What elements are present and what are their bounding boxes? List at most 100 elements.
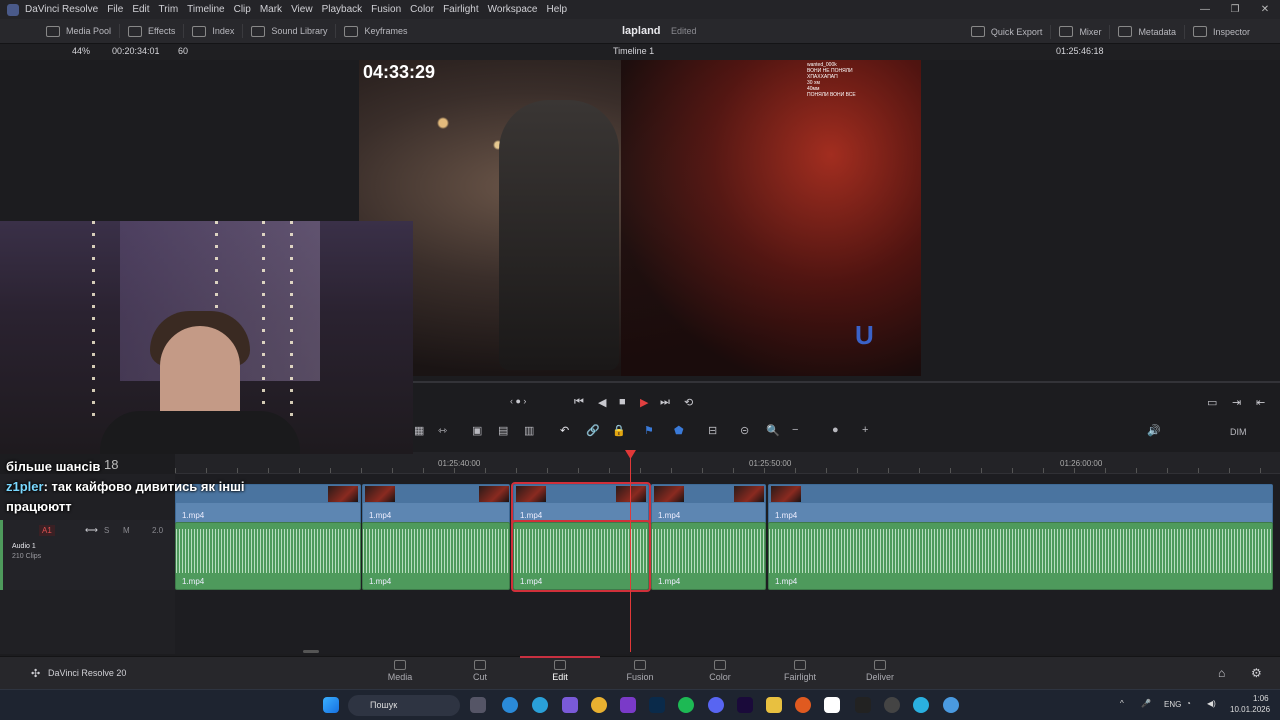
loop-icon[interactable]: ⟲ [684,396,693,409]
play-icon[interactable]: ▶ [640,396,648,409]
menu-mark[interactable]: Mark [260,4,282,15]
menu-playback[interactable]: Playback [322,4,363,15]
telegram-icon[interactable] [532,697,548,713]
go-to-start-icon[interactable]: ⏮ [574,396,584,409]
overwrite-clip-icon[interactable]: ▤ [498,424,508,437]
flag-icon[interactable]: ⚑ [644,424,654,437]
page-edit[interactable]: Edit [520,656,600,682]
speaker-icon[interactable]: ◀) [1207,699,1216,708]
lock-icon[interactable]: 🔒 [612,424,626,437]
replace-clip-icon[interactable]: ▥ [524,424,534,437]
track-id[interactable]: A1 [39,525,55,536]
quick-export-button[interactable]: Quick Export [970,26,1042,37]
viewer-frame[interactable]: 04:33:29 wanted_000k ВОНИ НЕ ПОНЯЛИ ХПАХ… [359,60,921,376]
dim-button[interactable]: DIM [1230,427,1247,437]
menu-trim[interactable]: Trim [159,4,179,15]
microphone-icon[interactable]: 🎤 [1141,699,1151,708]
chrome-icon[interactable] [591,697,607,713]
next-edit-icon[interactable]: ⇥ [1232,396,1241,409]
timeline-name[interactable]: Timeline 1 [613,46,654,56]
snapping-icon[interactable]: ↶ [560,424,569,437]
page-color[interactable]: Color [690,660,750,682]
obs-icon[interactable] [884,697,900,713]
clock-date[interactable]: 10.01.2026 [1230,705,1270,714]
language-indicator[interactable]: ENG [1164,700,1181,709]
keyframes-button[interactable]: Keyframes [344,25,407,37]
metadata-button[interactable]: Metadata [1118,26,1176,37]
video-clip[interactable]: 1.mp4 [651,484,766,524]
menu-file[interactable]: File [107,4,123,15]
zoom-in-icon[interactable]: + [862,424,868,436]
menu-help[interactable]: Help [546,4,567,15]
wifi-icon[interactable]: ◔ [1186,699,1191,708]
timeline-ruler[interactable]: 01:25:40:00 01:25:50:00 01:26:00:00 [175,452,1280,474]
zoom-out-icon[interactable]: − [792,424,798,436]
audio-trim-icon[interactable]: ⟷ [85,525,98,536]
select-mode-icon[interactable]: ▦ [414,424,424,437]
index-button[interactable]: Index [192,25,234,37]
menu-fusion[interactable]: Fusion [371,4,401,15]
effects-button[interactable]: Effects [128,25,175,37]
menu-workspace[interactable]: Workspace [488,4,538,15]
menu-view[interactable]: View [291,4,313,15]
edge-icon[interactable] [502,697,518,713]
home-icon[interactable]: ⌂ [1218,666,1225,680]
taskbar-search[interactable]: Пошук [348,695,460,716]
maximize-button[interactable]: ❐ [1220,0,1250,19]
audio-clip[interactable]: 1.mp4 [362,522,510,590]
spotify-icon[interactable] [678,697,694,713]
mute-button[interactable]: M [123,526,130,535]
clock-time[interactable]: 1:06 [1253,694,1269,703]
trim-mode-icon[interactable]: ⇿ [438,424,447,437]
copilot-icon[interactable] [562,697,578,713]
firefox-icon[interactable] [795,697,811,713]
page-deliver[interactable]: Deliver [850,660,910,682]
insert-clip-icon[interactable]: ▣ [472,424,482,437]
settings-gear-icon[interactable]: ⚙ [1251,666,1262,680]
menu-color[interactable]: Color [410,4,434,15]
tray-expand-icon[interactable]: ^ [1120,699,1124,708]
media-pool-button[interactable]: Media Pool [46,25,111,37]
app-icon[interactable] [620,697,636,713]
playhead[interactable] [630,452,631,652]
zoom-slider[interactable]: ● [832,424,839,436]
premiere-icon[interactable] [737,697,753,713]
volume-icon[interactable]: 🔊 [1147,424,1161,437]
audio-clip-selected[interactable]: 1.mp4 [511,520,651,592]
minimize-button[interactable]: — [1190,0,1220,19]
sound-library-button[interactable]: Sound Library [251,25,327,37]
start-icon[interactable] [323,697,339,713]
menu-edit[interactable]: Edit [132,4,149,15]
menu-clip[interactable]: Clip [234,4,251,15]
menu-app[interactable]: DaVinci Resolve [25,4,98,15]
chrome-2-icon[interactable] [943,697,959,713]
video-clip[interactable]: 1.mp4 [362,484,510,524]
telegram-2-icon[interactable] [913,697,929,713]
zoom-level[interactable]: 44% [72,46,90,56]
solo-button[interactable]: S [104,526,109,535]
explorer-icon[interactable] [766,697,782,713]
audio-clip[interactable]: 1.mp4 [175,522,361,590]
discord-icon[interactable] [708,697,724,713]
mixer-button[interactable]: Mixer [1059,26,1101,37]
go-to-end-icon[interactable]: ⏭ [660,396,670,409]
page-cut[interactable]: Cut [450,660,510,682]
zoom-full-icon[interactable]: ⊟ [708,424,717,437]
page-media[interactable]: Media [370,660,430,682]
page-fairlight[interactable]: Fairlight [770,660,830,682]
match-frame-icon[interactable]: ▭ [1207,396,1217,409]
zoom-detail-icon[interactable]: ⊝ [740,424,749,437]
marker-icon[interactable]: ⬟ [674,424,684,437]
close-button[interactable]: ✕ [1250,0,1280,19]
link-icon[interactable]: 🔗 [586,424,600,437]
audio-clip[interactable]: 1.mp4 [651,522,766,590]
inspector-button[interactable]: Inspector [1192,26,1250,37]
zoom-custom-icon[interactable]: 🔍 [766,424,780,437]
viewer-scrubber[interactable] [412,381,1280,383]
menu-timeline[interactable]: Timeline [187,4,224,15]
resolve-taskbar-icon[interactable] [855,697,871,713]
jog-icon[interactable]: ‹ ● › [510,396,526,406]
task-view-icon[interactable] [470,697,486,713]
stop-icon[interactable]: ■ [619,396,626,408]
photoshop-icon[interactable] [649,697,665,713]
